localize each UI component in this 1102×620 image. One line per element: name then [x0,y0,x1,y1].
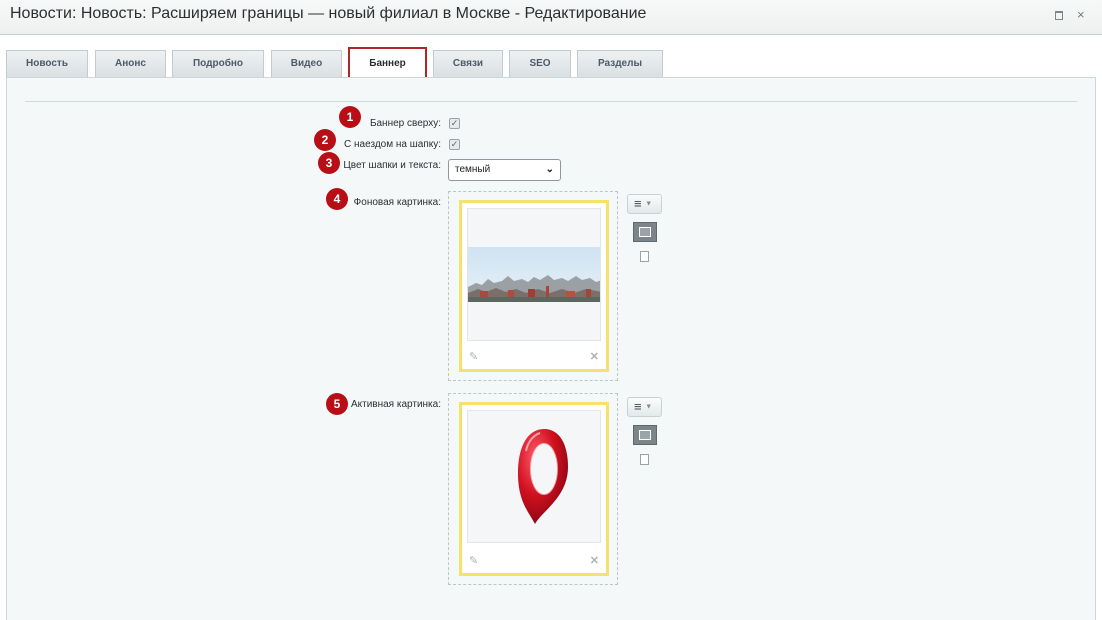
step-marker-5: 5 [326,393,348,415]
background-image-label: Фоновая картинка: [353,197,441,208]
header-color-value: темный [455,164,491,175]
file-icon[interactable] [640,454,649,465]
chevron-down-icon: ⌄ [545,164,554,175]
tab-news[interactable]: Новость [6,50,88,78]
red-map-pin-image [518,429,568,524]
active-image-thumbnail [467,410,601,543]
delete-icon[interactable]: ✕ [590,554,599,567]
tab-announce[interactable]: Анонс [95,50,166,78]
step-marker-3: 3 [318,152,340,174]
header-overlap-label: С наездом на шапку: [344,139,441,150]
background-image-menu-button[interactable]: ≡ ▼ [627,194,662,214]
tab-seo[interactable]: SEO [509,50,571,78]
image-icon [639,430,651,440]
window-titlebar: Новости: Новость: Расширяем границы — но… [0,0,1102,35]
background-image-thumbnail [467,208,601,341]
active-image-dropzone[interactable]: ✎ ✕ [448,393,618,585]
edit-icon[interactable]: ✎ [469,350,478,363]
banner-top-checkbox[interactable]: ✓ [449,118,460,129]
tab-links[interactable]: Связи [433,50,503,78]
step-marker-4: 4 [326,188,348,210]
background-image-gallery-button[interactable] [633,222,657,242]
banner-tab-panel: 1 Баннер сверху: ✓ 2 С наездом на шапку:… [6,77,1096,620]
file-icon[interactable] [640,251,649,262]
background-image-dropzone[interactable]: ✎ ✕ [448,191,618,381]
moscow-panorama-image [468,247,600,302]
tab-bar: Новость Анонс Подробно Видео Баннер Связ… [0,46,1102,79]
tab-details[interactable]: Подробно [172,50,264,78]
edit-icon[interactable]: ✎ [469,554,478,567]
close-icon[interactable]: × [1077,8,1085,21]
active-image-label: Активная картинка: [350,399,441,410]
delete-icon[interactable]: ✕ [590,350,599,363]
active-image-card: ✎ ✕ [459,402,609,576]
tab-banner[interactable]: Баннер [348,47,427,79]
banner-top-label: Баннер сверху: [369,118,441,129]
header-color-label: Цвет шапки и текста: [343,160,441,171]
image-icon [639,227,651,237]
active-image-gallery-button[interactable] [633,425,657,445]
step-marker-2: 2 [314,129,336,151]
active-image-menu-button[interactable]: ≡ ▼ [627,397,662,417]
window-title: Новости: Новость: Расширяем границы — но… [10,5,647,22]
divider [25,101,1077,102]
tab-video[interactable]: Видео [271,50,342,78]
step-marker-1: 1 [339,106,361,128]
header-color-select[interactable]: темный ⌄ [448,159,561,181]
header-overlap-checkbox[interactable]: ✓ [449,139,460,150]
background-image-card: ✎ ✕ [459,200,609,372]
maximize-icon[interactable] [1055,9,1063,22]
tab-sections[interactable]: Разделы [577,50,663,78]
